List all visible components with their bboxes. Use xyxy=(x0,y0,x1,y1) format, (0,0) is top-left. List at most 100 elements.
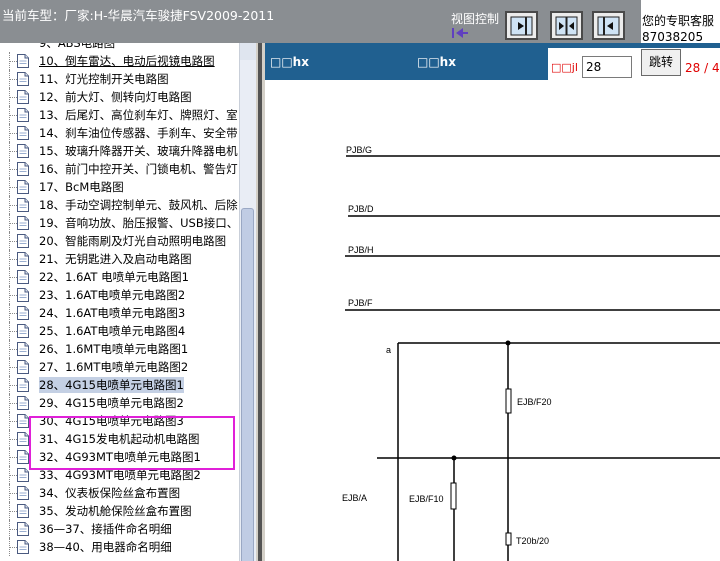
tree-item[interactable]: 13、后尾灯、高位刹车灯、牌照灯、室 xyxy=(0,106,239,124)
tree-item-label: 35、发动机舱保险丝盒布置图 xyxy=(39,504,192,518)
tree-item[interactable]: 15、玻璃升降器开关、玻璃升降器电机 xyxy=(0,142,239,160)
jump-button[interactable]: 跳转 xyxy=(641,49,681,76)
tree-connector-line xyxy=(10,277,17,278)
highlight-annotation-box xyxy=(29,416,235,470)
toolbar-label-a[interactable]: □□hx xyxy=(270,55,309,69)
tree-item[interactable]: 28、4G15电喷单元电路图1 xyxy=(0,376,239,394)
tree-item[interactable]: 12、前大灯、侧转向灯电路图 xyxy=(0,88,239,106)
tree-connector-line xyxy=(10,295,17,296)
tree-item[interactable]: 18、手动空调控制单元、鼓风机、后除 xyxy=(0,196,239,214)
bus-label-pjb-h: PJB/H xyxy=(348,245,374,255)
tree-item-label: 20、智能雨刷及灯光自动照明电路图 xyxy=(39,234,227,248)
tree-item-label: 18、手动空调控制单元、鼓风机、后除 xyxy=(39,198,238,212)
document-icon xyxy=(17,486,29,500)
tree-connector-line xyxy=(10,223,17,224)
diagram-pane: □□hx □□hx □□jl 28 跳转 28 / 40 PJB/G PJB/D… xyxy=(265,43,720,561)
tree-connector-line xyxy=(10,547,17,548)
tree-item-label: 28、4G15电喷单元电路图1 xyxy=(39,377,184,393)
tree-item-label: 10、倒车雷达、电动后视镜电路图 xyxy=(39,54,215,68)
tree-item[interactable]: 21、无钥匙进入及启动电路图 xyxy=(0,250,239,268)
tree-connector-line xyxy=(10,475,17,476)
tree-connector-line xyxy=(10,367,17,368)
tree-item-label: 13、后尾灯、高位刹车灯、牌照灯、室 xyxy=(39,108,238,122)
chapter-tree: 9、ABS电路图 10、倒车雷达、电动后视镜电路图 11、灯光控制开关电路图 12、… xyxy=(0,43,256,561)
document-icon xyxy=(17,126,29,140)
tree-item[interactable]: 17、BcM电路图 xyxy=(0,178,239,196)
tree-connector-line xyxy=(10,529,17,530)
tree-item[interactable]: 38—40、用电器命名明细 xyxy=(0,538,239,556)
tree-item-label: 38—40、用电器命名明细 xyxy=(39,540,172,554)
view-control-icon xyxy=(452,28,468,38)
tree-item[interactable]: 14、刹车油位传感器、手刹车、安全带 xyxy=(0,124,239,142)
tree-connector-line xyxy=(10,133,17,134)
tree-item[interactable]: 23、1.6AT电喷单元电路图2 xyxy=(0,286,239,304)
view-right-pane-button[interactable] xyxy=(592,11,625,40)
page-number-input[interactable]: 28 xyxy=(582,56,632,78)
tree-connector-line xyxy=(10,439,17,440)
tree-item[interactable]: 11、灯光控制开关电路图 xyxy=(0,70,239,88)
document-icon xyxy=(17,360,29,374)
document-icon xyxy=(17,162,29,176)
tree-item[interactable]: 19、音响功放、胎压报警、USB接口、 xyxy=(0,214,239,232)
view-control-label: 视图控制 xyxy=(451,12,500,26)
tree-item-label: 27、1.6MT电喷单元电路图2 xyxy=(39,360,189,374)
document-icon xyxy=(17,252,29,266)
tree-item-label: 19、音响功放、胎压报警、USB接口、 xyxy=(39,216,239,230)
bus-label-pjb-f: PJB/F xyxy=(348,298,373,308)
tree-item-label: 26、1.6MT电喷单元电路图1 xyxy=(39,342,189,356)
tree-connector-line xyxy=(10,187,17,188)
scroll-up-button[interactable] xyxy=(240,43,256,60)
document-icon xyxy=(17,180,29,194)
tree-item-label: 15、玻璃升降器开关、玻璃升降器电机 xyxy=(39,144,238,158)
view-left-pane-button[interactable] xyxy=(505,11,538,40)
tree-item[interactable]: 34、仪表板保险丝盒布置图 xyxy=(0,484,239,502)
tree-connector-line xyxy=(10,403,17,404)
connector-label-t20b: T20b/20 xyxy=(516,536,549,546)
bus-label-pjb-g: PJB/G xyxy=(346,145,372,155)
scrollbar-thumb[interactable] xyxy=(241,208,254,561)
page-count: 28 / 40 xyxy=(685,61,720,75)
document-icon xyxy=(17,90,29,104)
tree-item-label: 17、BcM电路图 xyxy=(39,180,124,194)
tree-item[interactable]: 35、发动机舱保险丝盒布置图 xyxy=(0,502,239,520)
tree-item[interactable]: 24、1.6AT电喷单元电路图3 xyxy=(0,304,239,322)
tree-item[interactable]: 20、智能雨刷及灯光自动照明电路图 xyxy=(0,232,239,250)
document-icon xyxy=(17,540,29,554)
document-icon xyxy=(17,198,29,212)
splitter-bar[interactable] xyxy=(258,43,262,561)
tree-item[interactable]: 22、1.6AT 电喷单元电路图1 xyxy=(0,268,239,286)
tree-item[interactable]: 26、1.6MT电喷单元电路图1 xyxy=(0,340,239,358)
tree-item[interactable]: 29、4G15电喷单元电路图2 xyxy=(0,394,239,412)
tree-item[interactable]: 16、前门中控开关、门锁电机、警告灯 xyxy=(0,160,239,178)
tree-item-label: 34、仪表板保险丝盒布置图 xyxy=(39,486,181,500)
tree-connector-line xyxy=(10,421,17,422)
node-label-a: a xyxy=(386,345,391,355)
toolbar-label-b[interactable]: □□hx xyxy=(417,55,456,69)
junction-top xyxy=(505,340,511,346)
page-navigator: □□jl 28 跳转 28 / 40 xyxy=(548,48,720,80)
document-icon xyxy=(17,522,29,536)
document-icon xyxy=(17,432,29,446)
fuse-ejb-f10 xyxy=(450,482,457,510)
tree-connector-line xyxy=(10,115,17,116)
document-icon xyxy=(17,234,29,248)
document-icon xyxy=(17,54,29,68)
document-toolbar: □□hx □□hx □□jl 28 跳转 28 / 40 xyxy=(265,43,720,80)
tree-item[interactable]: 10、倒车雷达、电动后视镜电路图 xyxy=(0,52,239,70)
document-icon xyxy=(17,378,29,392)
tree-item-label: 29、4G15电喷单元电路图2 xyxy=(39,396,184,410)
tree-item[interactable]: 27、1.6MT电喷单元电路图2 xyxy=(0,358,239,376)
page-jump-label: □□jl xyxy=(551,61,578,74)
tree-item-label: 23、1.6AT电喷单元电路图2 xyxy=(39,288,186,302)
document-icon xyxy=(17,108,29,122)
tree-item[interactable]: 36—37、接插件命名明细 xyxy=(0,520,239,538)
tree-item-label: 24、1.6AT电喷单元电路图3 xyxy=(39,306,186,320)
document-icon xyxy=(17,324,29,338)
tree-item-label: 21、无钥匙进入及启动电路图 xyxy=(39,252,192,266)
view-split-button[interactable] xyxy=(550,11,583,40)
tree-item-label: 12、前大灯、侧转向灯电路图 xyxy=(39,90,192,104)
tree-item[interactable]: 25、1.6AT电喷单元电路图4 xyxy=(0,322,239,340)
tree-connector-line xyxy=(10,493,17,494)
tree-connector-line xyxy=(10,313,17,314)
tree-connector-line xyxy=(10,151,17,152)
